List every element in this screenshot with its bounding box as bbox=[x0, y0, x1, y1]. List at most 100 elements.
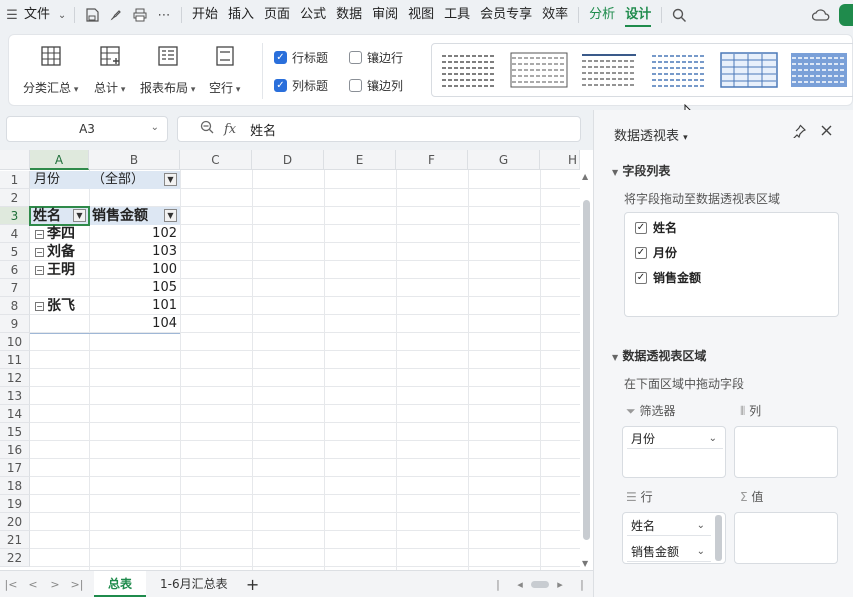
menu-tab[interactable]: 审阅 bbox=[367, 0, 403, 30]
row-header[interactable]: 15 bbox=[0, 423, 30, 441]
cell-a8[interactable]: 张飞 bbox=[47, 297, 75, 315]
cell-b7[interactable]: 105 bbox=[92, 279, 177, 297]
column-header[interactable]: F bbox=[396, 150, 468, 170]
scroll-right-icon[interactable]: ▸ bbox=[549, 578, 571, 591]
column-header[interactable]: E bbox=[324, 150, 396, 170]
format-painter-icon[interactable] bbox=[104, 0, 128, 30]
column-header[interactable]: B bbox=[89, 150, 180, 170]
grand-total-button[interactable]: 总计 bbox=[94, 43, 125, 96]
more-icon[interactable]: ⋯ bbox=[152, 0, 176, 30]
menu-tab[interactable]: 公式 bbox=[295, 0, 331, 30]
cell-b3[interactable]: 销售金额 bbox=[92, 207, 148, 225]
cell-a4[interactable]: 李四 bbox=[47, 225, 75, 243]
pivot-style-option[interactable] bbox=[720, 52, 778, 88]
pivot-style-option[interactable] bbox=[580, 52, 638, 88]
filter-dropdown-button[interactable]: ▼ bbox=[164, 209, 177, 222]
tab-design[interactable]: 设计 bbox=[620, 0, 656, 30]
pivot-style-option[interactable] bbox=[510, 52, 568, 88]
banded-cols-checkbox[interactable]: 镶边列 bbox=[349, 77, 403, 94]
horizontal-scroll-thumb[interactable] bbox=[531, 580, 549, 588]
avatar[interactable] bbox=[839, 4, 853, 26]
row-header[interactable]: 21 bbox=[0, 531, 30, 549]
cell-b8[interactable]: 101 bbox=[92, 297, 177, 315]
cell-b5[interactable]: 103 bbox=[92, 243, 177, 261]
row-header[interactable]: 9 bbox=[0, 315, 30, 333]
collapse-icon[interactable]: − bbox=[35, 230, 44, 239]
print-icon[interactable] bbox=[128, 0, 152, 30]
menu-tab[interactable]: 效率 bbox=[537, 0, 573, 30]
row-area-scrollbar[interactable] bbox=[715, 515, 722, 561]
column-header[interactable]: H bbox=[540, 150, 580, 170]
row-header[interactable]: 2 bbox=[0, 189, 30, 207]
file-menu[interactable]: 文件 bbox=[24, 0, 55, 30]
cell-b9[interactable]: 104 bbox=[92, 315, 177, 333]
scrollbar-thumb[interactable] bbox=[583, 200, 590, 540]
row-header[interactable]: 13 bbox=[0, 387, 30, 405]
row-header[interactable]: 10 bbox=[0, 333, 30, 351]
checkbox-checked-icon[interactable]: ✓ bbox=[635, 221, 647, 234]
menu-tab[interactable]: 会员专享 bbox=[475, 0, 537, 30]
cloud-icon[interactable] bbox=[809, 0, 833, 30]
tab-analyze[interactable]: 分析 bbox=[584, 0, 620, 30]
menu-tab[interactable]: 开始 bbox=[187, 0, 223, 30]
row-headers-checkbox[interactable]: ✓ 行标题 bbox=[274, 49, 328, 66]
row-header[interactable]: 4 bbox=[0, 225, 30, 243]
sheet-tab[interactable]: 1-6月汇总表 bbox=[146, 571, 242, 597]
row-header[interactable]: 20 bbox=[0, 513, 30, 531]
scroll-down-icon[interactable]: ▼ bbox=[582, 559, 588, 568]
prev-sheet-icon[interactable]: < bbox=[22, 578, 44, 591]
column-area[interactable] bbox=[734, 426, 838, 478]
row-header[interactable]: 16 bbox=[0, 441, 30, 459]
column-header[interactable]: D bbox=[252, 150, 324, 170]
row-header[interactable]: 12 bbox=[0, 369, 30, 387]
checkbox-checked-icon[interactable]: ✓ bbox=[635, 271, 647, 284]
row-header[interactable]: 18 bbox=[0, 477, 30, 495]
menu-tab[interactable]: 页面 bbox=[259, 0, 295, 30]
close-icon[interactable] bbox=[820, 124, 833, 140]
vertical-scrollbar[interactable]: ▲ ▼ bbox=[580, 170, 593, 570]
collapse-icon[interactable]: − bbox=[35, 302, 44, 311]
row-field-chip[interactable]: 销售金额 ⌄ bbox=[627, 542, 711, 562]
menu-tab[interactable]: 插入 bbox=[223, 0, 259, 30]
row-header[interactable]: 19 bbox=[0, 495, 30, 513]
column-header[interactable]: G bbox=[468, 150, 540, 170]
value-area[interactable] bbox=[734, 512, 838, 564]
cell-b4[interactable]: 102 bbox=[92, 225, 177, 243]
field-item[interactable]: ✓ 姓名 bbox=[635, 219, 677, 236]
field-list-header[interactable]: ▼ 字段列表 bbox=[612, 162, 670, 179]
row-header[interactable]: 17 bbox=[0, 459, 30, 477]
menu-tab[interactable]: 数据 bbox=[331, 0, 367, 30]
collapse-icon[interactable]: − bbox=[35, 248, 44, 257]
sheet-tab[interactable]: 总表 bbox=[94, 571, 147, 597]
row-header[interactable]: 1 bbox=[0, 171, 30, 189]
pivot-style-option[interactable] bbox=[440, 52, 498, 88]
column-header[interactable]: A bbox=[30, 150, 89, 170]
chevron-down-icon[interactable]: ⌄ bbox=[151, 122, 159, 133]
hamburger-icon[interactable]: ☰ bbox=[0, 0, 24, 30]
filter-dropdown-button[interactable]: ▼ bbox=[73, 209, 86, 222]
collapse-icon[interactable]: − bbox=[35, 266, 44, 275]
first-sheet-icon[interactable]: |< bbox=[0, 578, 22, 591]
menu-tab[interactable]: 视图 bbox=[403, 0, 439, 30]
save-icon[interactable] bbox=[80, 0, 104, 30]
row-field-chip[interactable]: 姓名 ⌄ bbox=[627, 516, 711, 536]
last-sheet-icon[interactable]: >| bbox=[66, 578, 88, 591]
fx-icon[interactable]: fx bbox=[224, 122, 236, 137]
cell-a3[interactable]: 姓名 bbox=[33, 207, 61, 225]
formula-bar[interactable]: fx 姓名 bbox=[177, 116, 581, 142]
column-header[interactable]: C bbox=[180, 150, 252, 170]
row-header[interactable]: 6 bbox=[0, 261, 30, 279]
add-sheet-icon[interactable]: + bbox=[242, 575, 264, 594]
pin-icon[interactable] bbox=[792, 124, 807, 141]
cell-a6[interactable]: 王明 bbox=[47, 261, 75, 279]
cell-b1[interactable]: （全部） bbox=[92, 171, 144, 189]
panel-title[interactable]: 数据透视表 ▾ bbox=[614, 125, 688, 144]
formula-input[interactable]: 姓名 bbox=[250, 120, 276, 139]
report-layout-button[interactable]: 报表布局 bbox=[140, 43, 195, 96]
row-header[interactable]: 7 bbox=[0, 279, 30, 297]
pivot-style-option[interactable] bbox=[650, 52, 708, 88]
select-all-corner[interactable] bbox=[0, 150, 30, 170]
areas-header[interactable]: ▼ 数据透视表区域 bbox=[612, 347, 706, 364]
filter-area[interactable]: 月份 ⌄ bbox=[622, 426, 726, 478]
blank-rows-button[interactable]: 空行 bbox=[209, 43, 240, 96]
